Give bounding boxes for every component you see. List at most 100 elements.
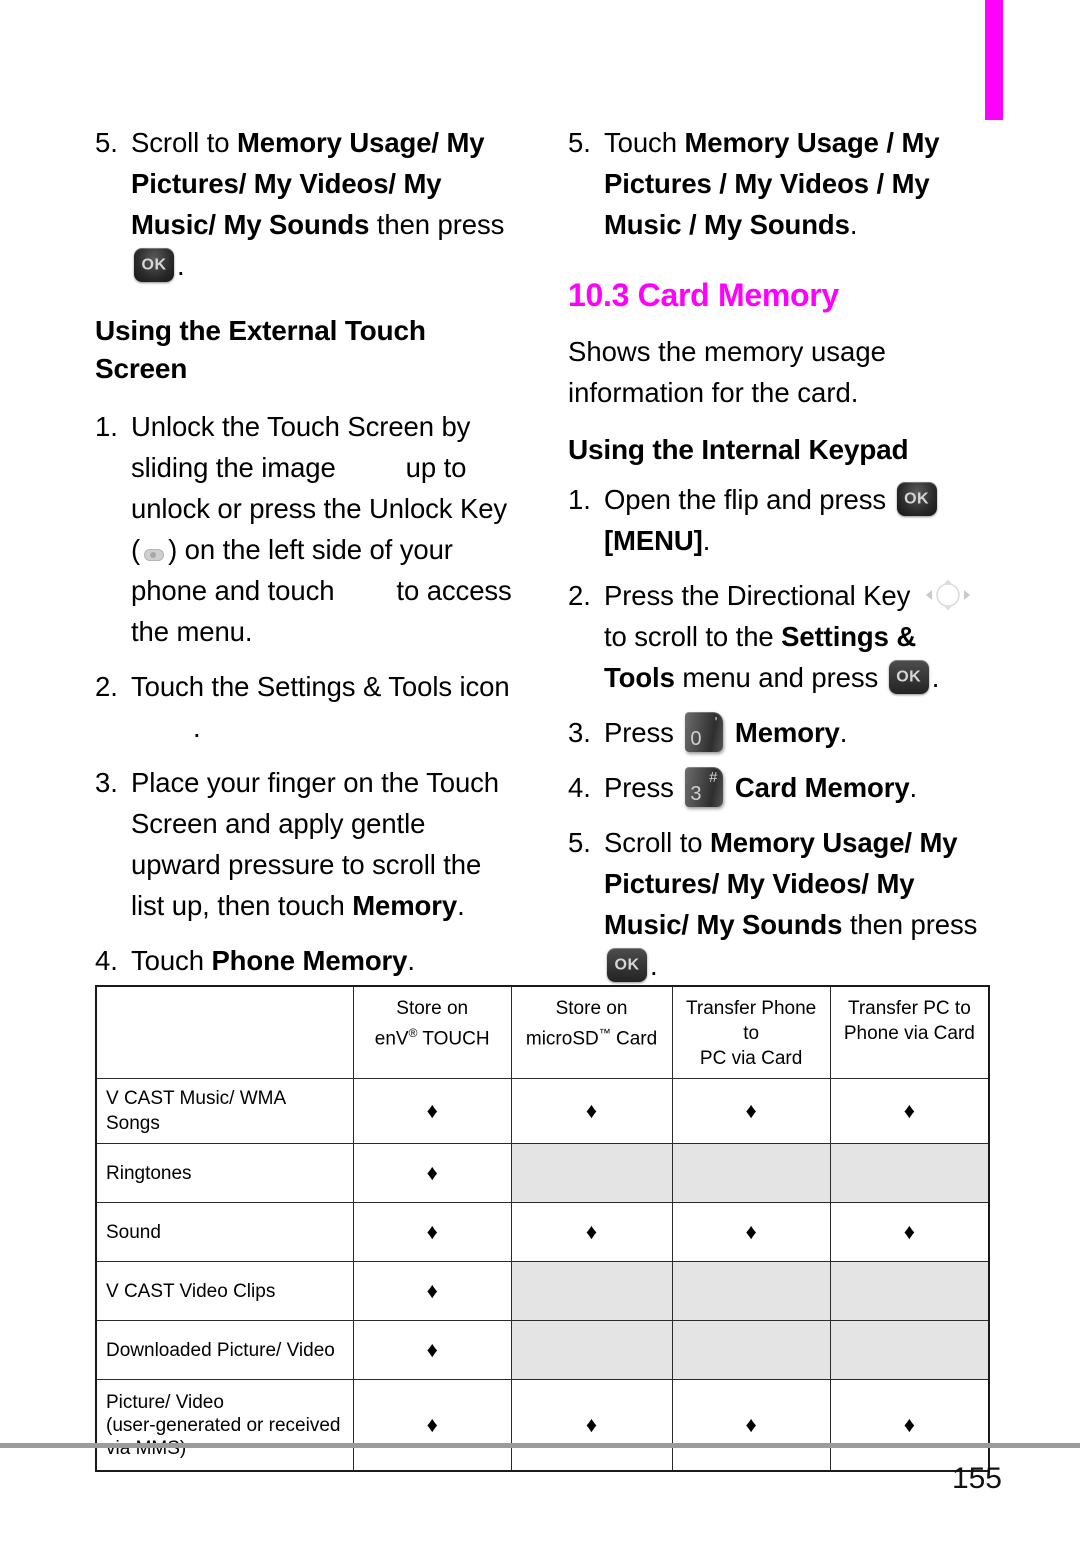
numeric-key-3-icon: 3 # [685, 767, 724, 807]
step-text-tail: . [909, 772, 918, 803]
step-text-lead: Press [604, 772, 682, 803]
settings-tools-icon [131, 717, 193, 737]
cell-unsupported [829, 1320, 990, 1380]
header-store-on-microsd-card: Store on microSD™ Card [510, 985, 673, 1079]
cell-unsupported [510, 1261, 673, 1321]
step-number: 4. [568, 772, 591, 803]
step-text-lead: Press [604, 717, 682, 748]
cell-unsupported [510, 1143, 673, 1203]
key-mark: # [709, 769, 718, 786]
table-row: Ringtones ♦ [94, 1143, 990, 1203]
header-blank [94, 985, 354, 1079]
step-number: 2. [568, 580, 591, 611]
header-store-on-env-touch: Store on enV® TOUCH [352, 985, 512, 1079]
left-step-2: 2. Touch the Settings & Tools icon . [95, 666, 515, 748]
row-label: Sound [94, 1202, 354, 1262]
step-text-lead: Touch [131, 945, 212, 976]
row-label: V CAST Video Clips [94, 1261, 354, 1321]
cell-unsupported [829, 1261, 990, 1321]
unlock-key-icon [144, 549, 165, 561]
step-text-mid: to scroll to the [604, 621, 782, 652]
step-text-bold: Memory [352, 890, 458, 921]
step-text-bold: Memory [734, 717, 840, 748]
table-row: V CAST Video Clips ♦ [94, 1261, 990, 1321]
cell-supported: ♦ [510, 1202, 673, 1262]
page-number: 155 [951, 1462, 1002, 1495]
step-text-lead: Press the Directional Key [604, 580, 918, 611]
right-step-5-top: 5. Touch Memory Usage / My Pictures / My … [568, 122, 988, 245]
step-text-tail: . [931, 662, 940, 693]
cell-supported: ♦ [671, 1078, 831, 1144]
step-text-tail: . [193, 712, 201, 743]
menu-touch-icon [334, 580, 396, 600]
card-memory-intro: Shows the memory usage information for t… [568, 336, 886, 408]
header-transfer-phone-to-pc: Transfer Phone to PC via Card [671, 985, 831, 1079]
cell-supported: ♦ [671, 1379, 831, 1472]
header-line2-post: TOUCH [417, 1028, 490, 1050]
trademark-mark: ™ [598, 1026, 611, 1040]
table-row: Picture/ Video (user-generated or receive… [94, 1379, 990, 1472]
cell-supported: ♦ [352, 1078, 512, 1144]
numeric-key-0-icon: 0 ' [685, 712, 724, 752]
step-number: 3. [95, 767, 118, 798]
step-text-lead: Scroll to [131, 127, 237, 158]
right-column: 5. Touch Memory Usage / My Pictures / My … [568, 122, 988, 1000]
left-step-3: 3. Place your finger on the Touch Screen … [95, 762, 515, 926]
heading-external-touch-screen: Using the External Touch Screen [95, 315, 426, 384]
header-line1: Transfer PC to [847, 998, 971, 1019]
step-text-tail: . [702, 525, 711, 556]
header-line2-pre: microSD [525, 1028, 599, 1050]
cell-supported: ♦ [510, 1379, 673, 1472]
step-number: 5. [95, 127, 118, 158]
header-line1: Store on [555, 998, 628, 1019]
step-number: 4. [95, 945, 118, 976]
header-line2-pre: enV [374, 1028, 409, 1050]
cell-supported: ♦ [352, 1320, 512, 1380]
slider-image-icon [336, 457, 406, 477]
step-text-bold: Phone Memory [211, 945, 408, 976]
left-step-1: 1. Unlock the Touch Screen by sliding the… [95, 406, 515, 652]
cell-supported: ♦ [352, 1202, 512, 1262]
step-number: 3. [568, 717, 591, 748]
step-text-tail: . [177, 250, 185, 281]
row-label: Downloaded Picture/ Video [94, 1320, 354, 1380]
step-text-tail: . [457, 890, 465, 921]
header-line2: Phone via Card [843, 1023, 975, 1044]
cell-supported: ♦ [510, 1078, 673, 1144]
step-text-bold: Card Memory [734, 772, 910, 803]
row-label: V CAST Music/ WMA Songs [94, 1078, 354, 1144]
step-number: 1. [95, 411, 118, 442]
left-step-5: 5. Scroll to Memory Usage/ My Pictures/ M… [95, 122, 515, 286]
step-number: 1. [568, 484, 591, 515]
row-label: Picture/ Video (user-generated or receive… [94, 1379, 354, 1472]
step-text-mid: then press [369, 209, 505, 240]
ok-key-icon [896, 482, 937, 516]
ok-key-icon [888, 660, 929, 694]
table-row: Sound ♦ ♦ ♦ ♦ [94, 1202, 990, 1262]
step-number: 5. [568, 127, 591, 158]
right-step-4: 4. Press 3 # Card Memory. [568, 767, 988, 808]
step-text-tail: . [849, 209, 858, 240]
cell-unsupported [829, 1143, 990, 1203]
table-row: V CAST Music/ WMA Songs ♦ ♦ ♦ ♦ [94, 1078, 990, 1144]
step-text-mid: then press [842, 909, 978, 940]
table-row: Downloaded Picture/ Video ♦ [94, 1320, 990, 1380]
header-line1: Transfer Phone to [685, 998, 817, 1044]
right-step-3: 3. Press 0 ' Memory. [568, 712, 988, 753]
chapter-heading-card-memory: 10.3 Card Memory [568, 277, 839, 313]
footer-rule [0, 1443, 1080, 1448]
ok-key-icon [134, 248, 174, 282]
cell-supported: ♦ [829, 1202, 990, 1262]
content-columns: 5. Scroll to Memory Usage/ My Pictures/ M… [0, 122, 1080, 982]
key-digit: 0 [690, 728, 702, 750]
step-text-paren-open: ( [131, 534, 141, 565]
step-text-lead: Touch [604, 127, 685, 158]
table-header-row: Store on enV® TOUCH Store on microSD™ Ca… [94, 985, 990, 1079]
key-digit: 3 [690, 783, 702, 805]
step-text-tail: . [650, 950, 658, 981]
right-step-1: 1. Open the flip and press [MENU]. [568, 479, 988, 561]
header-line1: Store on [396, 998, 469, 1019]
cell-supported: ♦ [671, 1202, 831, 1262]
cell-supported: ♦ [829, 1078, 990, 1144]
table-body: V CAST Music/ WMA Songs ♦ ♦ ♦ ♦ Ringtones ♦ Sou… [94, 1078, 990, 1472]
